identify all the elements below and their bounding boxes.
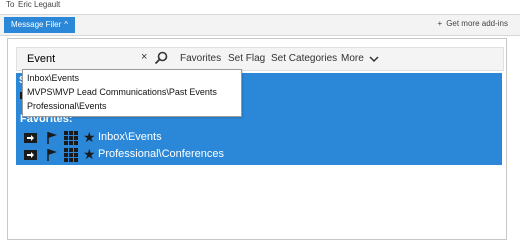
move-arrow-icon[interactable] [24, 150, 37, 160]
chevron-down-icon[interactable] [369, 54, 379, 64]
favorites-button[interactable]: Favorites [180, 53, 221, 64]
tab-label: Message Filer [11, 20, 62, 29]
suggestion-item[interactable]: Professional\Events [27, 101, 107, 111]
to-label: To [6, 0, 15, 9]
clear-icon[interactable]: × [141, 51, 147, 63]
favorite-folder-link[interactable]: Professional\Conferences [98, 148, 224, 160]
suggestion-item[interactable]: Inbox\Events [27, 73, 79, 83]
plus-icon: + [437, 19, 443, 28]
favorite-folder-link[interactable]: Inbox\Events [98, 131, 162, 143]
addin-bar: Message Filer ^ + Get more add-ins [0, 14, 520, 36]
to-recipient[interactable]: Eric Legault [18, 0, 60, 9]
flag-icon[interactable] [46, 131, 58, 145]
grid-icon[interactable] [64, 148, 78, 162]
star-icon[interactable]: ★ [83, 146, 96, 162]
flag-icon[interactable] [46, 148, 58, 162]
search-suggestions-dropdown: Inbox\Events MVPS\MVP Lead Communication… [22, 69, 242, 117]
search-input[interactable] [23, 50, 137, 68]
suggestion-item[interactable]: MVPS\MVP Lead Communications\Past Events [27, 87, 217, 97]
grid-icon[interactable] [64, 131, 78, 145]
search-icon[interactable] [154, 51, 168, 65]
toolbar: × Favorites Set Flag Set Categories More [16, 47, 504, 71]
set-flag-button[interactable]: Set Flag [228, 53, 265, 64]
get-more-label: Get more add-ins [446, 19, 508, 28]
move-arrow-icon[interactable] [24, 133, 37, 143]
more-button[interactable]: More [341, 53, 364, 64]
set-categories-button[interactable]: Set Categories [271, 53, 337, 64]
chevron-up-icon: ^ [64, 20, 69, 29]
get-more-addins-link[interactable]: + Get more add-ins [438, 19, 508, 28]
star-icon[interactable]: ★ [83, 129, 96, 145]
to-row: To Eric Legault [0, 0, 520, 12]
message-filer-tab[interactable]: Message Filer ^ [4, 17, 76, 33]
